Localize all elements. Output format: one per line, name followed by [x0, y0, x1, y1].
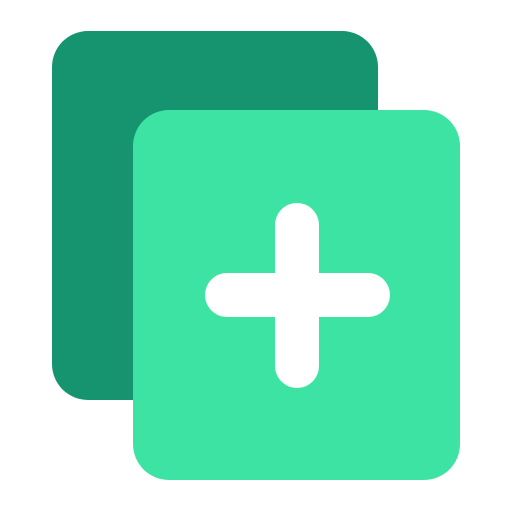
icon-canvas [0, 0, 512, 512]
plus-horizontal-bar [205, 273, 390, 317]
add-copy-icon[interactable] [0, 0, 512, 512]
